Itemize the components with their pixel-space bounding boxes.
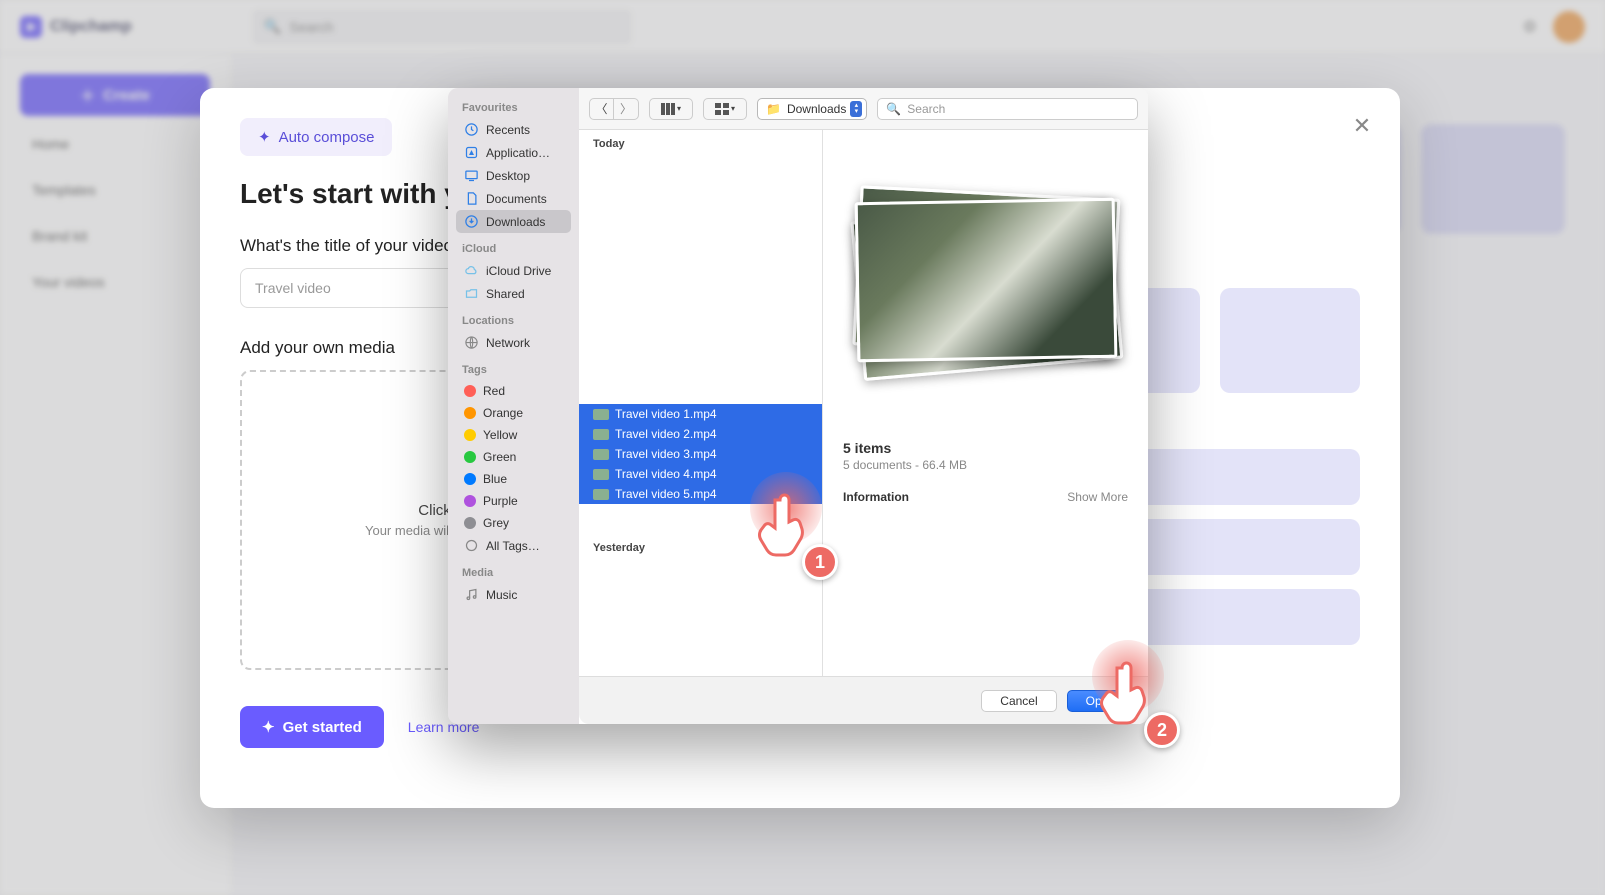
get-started-button[interactable]: ✦ Get started: [240, 706, 384, 748]
file-list-column: Today Travel video 1.mp4 Travel video 2.…: [579, 130, 823, 676]
finder-sidebar: Favourites Recents Applicatio… Desktop D…: [448, 88, 579, 724]
finder-columns: Today Travel video 1.mp4 Travel video 2.…: [579, 130, 1148, 676]
download-icon: [464, 214, 479, 229]
tag-dot-icon: [464, 407, 476, 419]
video-thumb-icon: [593, 489, 609, 500]
close-icon[interactable]: ✕: [1348, 112, 1376, 140]
tag-yellow[interactable]: Yellow: [456, 424, 571, 446]
path-dropdown[interactable]: 📁 Downloads ▴▾: [757, 98, 867, 120]
tag-dot-icon: [464, 451, 476, 463]
tab-auto-compose[interactable]: ✦ Auto compose: [240, 118, 392, 156]
open-button[interactable]: Open: [1067, 690, 1134, 712]
cloud-icon: [464, 263, 479, 278]
chevron-down-icon: ▾: [677, 104, 681, 113]
tag-grey[interactable]: Grey: [456, 512, 571, 534]
group-today: Today: [579, 130, 822, 154]
finder-main: 〈 〉 ▾ ▾ 📁 Downloads ▴▾ 🔍: [579, 88, 1148, 724]
tag-all[interactable]: All Tags…: [456, 534, 571, 557]
tag-red[interactable]: Red: [456, 380, 571, 402]
preview-thumbnail-stack: [823, 130, 1148, 430]
grid-icon: [715, 103, 729, 115]
app-icon: [464, 145, 479, 160]
globe-icon: [464, 335, 479, 350]
video-thumb-icon: [593, 469, 609, 480]
tag-blue[interactable]: Blue: [456, 468, 571, 490]
sidebar-heading-media: Media: [456, 563, 571, 583]
sidebar-item-network[interactable]: Network: [456, 331, 571, 354]
finder-footer: Cancel Open: [579, 676, 1148, 724]
tag-purple[interactable]: Purple: [456, 490, 571, 512]
file-row[interactable]: Travel video 3.mp4: [579, 444, 822, 464]
forward-icon[interactable]: 〉: [614, 99, 638, 119]
show-more-link[interactable]: Show More: [1067, 490, 1128, 504]
sidebar-item-applications[interactable]: Applicatio…: [456, 141, 571, 164]
preview-subtitle: 5 documents - 66.4 MB: [843, 458, 1128, 472]
tag-dot-icon: [464, 517, 476, 529]
sidebar-item-icloud-drive[interactable]: iCloud Drive: [456, 259, 571, 282]
file-row[interactable]: Travel video 2.mp4: [579, 424, 822, 444]
stepper-icon: ▴▾: [850, 101, 862, 117]
sidebar-item-recents[interactable]: Recents: [456, 118, 571, 141]
file-row[interactable]: Travel video 1.mp4: [579, 404, 822, 424]
group-yesterday: Yesterday: [579, 534, 822, 558]
cancel-button[interactable]: Cancel: [981, 690, 1056, 712]
tag-dot-icon: [464, 429, 476, 441]
preview-title: 5 items: [843, 440, 1128, 456]
tag-green[interactable]: Green: [456, 446, 571, 468]
shared-folder-icon: [464, 286, 479, 301]
sidebar-item-downloads[interactable]: Downloads: [456, 210, 571, 233]
sparkle-icon: ✦: [258, 128, 271, 146]
file-row[interactable]: Travel video 5.mp4: [579, 484, 822, 504]
sidebar-heading-tags: Tags: [456, 360, 571, 380]
sidebar-heading-favourites: Favourites: [456, 98, 571, 118]
sparkle-icon: ✦: [262, 718, 275, 736]
folder-icon: 📁: [766, 102, 781, 116]
view-group-button[interactable]: ▾: [703, 98, 747, 120]
search-icon: 🔍: [886, 102, 901, 116]
columns-icon: [661, 103, 675, 115]
all-tags-icon: [464, 538, 479, 553]
tag-dot-icon: [464, 473, 476, 485]
desktop-icon: [464, 168, 479, 183]
tag-dot-icon: [464, 385, 476, 397]
video-thumb-icon: [593, 409, 609, 420]
video-thumb-icon: [593, 449, 609, 460]
info-label: Information: [843, 490, 909, 504]
sidebar-item-music[interactable]: Music: [456, 583, 571, 606]
preview-meta: 5 items 5 documents - 66.4 MB Informatio…: [823, 430, 1148, 514]
sidebar-item-shared[interactable]: Shared: [456, 282, 571, 305]
chevron-down-icon: ▾: [731, 104, 735, 113]
file-row[interactable]: Travel video 4.mp4: [579, 464, 822, 484]
file-open-dialog: Favourites Recents Applicatio… Desktop D…: [448, 88, 1148, 724]
sidebar-heading-locations: Locations: [456, 311, 571, 331]
video-thumb-icon: [593, 429, 609, 440]
tag-orange[interactable]: Orange: [456, 402, 571, 424]
preview-column: 5 items 5 documents - 66.4 MB Informatio…: [823, 130, 1148, 676]
sidebar-heading-icloud: iCloud: [456, 239, 571, 259]
sidebar-item-documents[interactable]: Documents: [456, 187, 571, 210]
sidebar-item-desktop[interactable]: Desktop: [456, 164, 571, 187]
document-icon: [464, 191, 479, 206]
tag-dot-icon: [464, 495, 476, 507]
view-columns-button[interactable]: ▾: [649, 98, 693, 120]
finder-toolbar: 〈 〉 ▾ ▾ 📁 Downloads ▴▾ 🔍: [579, 88, 1148, 130]
back-icon[interactable]: 〈: [590, 99, 614, 119]
nav-buttons[interactable]: 〈 〉: [589, 98, 639, 120]
clock-icon: [464, 122, 479, 137]
music-icon: [464, 587, 479, 602]
finder-search[interactable]: 🔍 Search: [877, 98, 1138, 120]
